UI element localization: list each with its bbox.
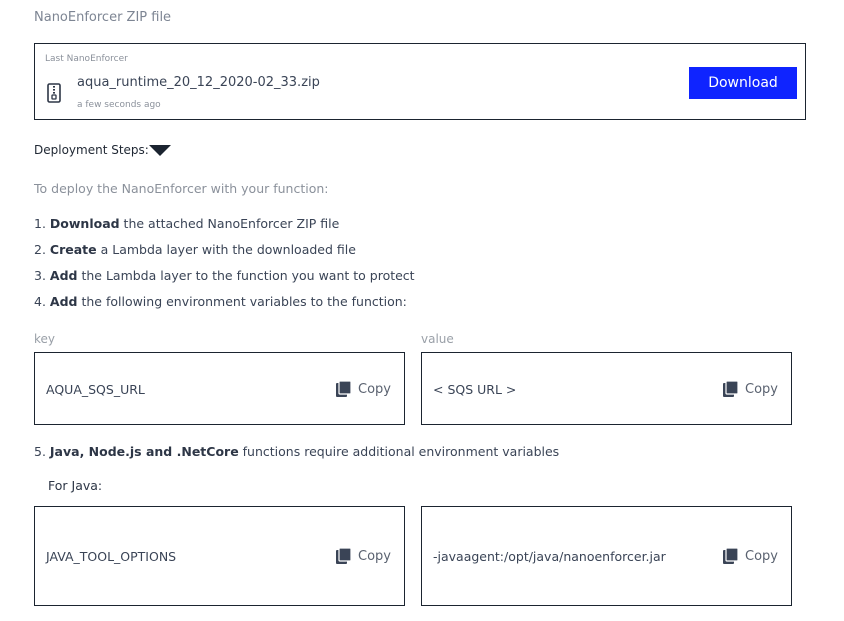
step-4: 4. Add the following environment variabl… [34,294,407,309]
java-value-field: -javaagent:/opt/java/nanoenforcer.jar Co… [421,506,792,606]
copy-icon [723,381,738,397]
section-title: NanoEnforcer ZIP file [34,10,172,25]
java-value-text: -javaagent:/opt/java/nanoenforcer.jar [433,549,666,564]
step-5: 5. Java, Node.js and .NetCore functions … [34,444,559,459]
step-text: the following environment variables to t… [77,294,407,309]
step-1: 1. Download the attached NanoEnforcer ZI… [34,216,339,231]
step-number: 2. [34,242,50,257]
value-column-label: value [421,332,454,346]
java-key-field: JAVA_TOOL_OPTIONS Copy [34,506,405,606]
env-key-field: AQUA_SQS_URL Copy [34,352,405,425]
copy-label: Copy [358,548,391,564]
step-text: the attached NanoEnforcer ZIP file [119,216,340,231]
step-number: 5. [34,444,50,459]
copy-label: Copy [745,548,778,564]
zip-file-icon [47,83,61,103]
step-action: Add [49,294,78,309]
copy-java-value-button[interactable]: Copy [723,548,778,564]
for-java-label: For Java: [48,478,103,493]
copy-label: Copy [358,381,391,397]
copy-java-key-button[interactable]: Copy [336,548,391,564]
zip-timestamp: a few seconds ago [77,100,161,110]
java-key-text: JAVA_TOOL_OPTIONS [46,549,177,564]
download-button[interactable]: Download [689,67,797,99]
zip-file-panel: Last NanoEnforcer aqua_runtime_20_12_202… [34,43,806,120]
deployment-steps-label: Deployment Steps: [34,143,149,157]
step-action: Add [49,268,78,283]
deployment-steps-toggle[interactable]: Deployment Steps: [34,143,171,157]
step-action: Download [49,216,120,231]
step-text: functions require additional environment… [238,444,560,459]
step-number: 4. [34,294,50,309]
env-value-text: < SQS URL > [433,382,517,397]
copy-icon [336,381,351,397]
copy-icon [336,548,351,564]
copy-value-button[interactable]: Copy [723,381,778,397]
step-text: a Lambda layer with the downloaded file [96,242,356,257]
deploy-intro: To deploy the NanoEnforcer with your fun… [34,181,329,196]
zip-filename: aqua_runtime_20_12_2020-02_33.zip [77,75,320,90]
caret-down-icon [148,145,171,156]
copy-icon [723,548,738,564]
step-3: 3. Add the Lambda layer to the function … [34,268,415,283]
env-value-field: < SQS URL > Copy [421,352,792,425]
env-key-text: AQUA_SQS_URL [46,382,145,397]
zip-caption: Last NanoEnforcer [45,54,128,64]
step-text: the Lambda layer to the function you wan… [77,268,415,283]
step-2: 2. Create a Lambda layer with the downlo… [34,242,356,257]
step-number: 1. [34,216,50,231]
key-column-label: key [34,332,56,346]
copy-label: Copy [745,381,778,397]
step-number: 3. [34,268,50,283]
copy-key-button[interactable]: Copy [336,381,391,397]
step-action: Create [49,242,97,257]
step-action: Java, Node.js and .NetCore [49,444,239,459]
